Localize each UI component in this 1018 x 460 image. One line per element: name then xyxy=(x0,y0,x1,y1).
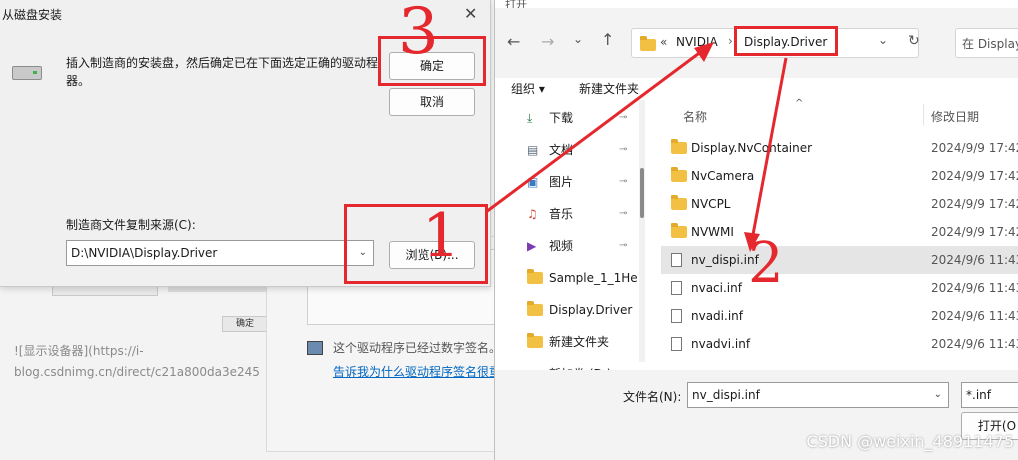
watermark: CSDN @weixin_48911475 xyxy=(806,432,1014,451)
arrow-head-2 xyxy=(744,232,760,252)
arrow-browse-to-folder xyxy=(485,46,707,214)
annotation-arrows xyxy=(485,42,788,252)
arrow-head-1 xyxy=(694,42,714,62)
arrow-folder-to-file xyxy=(750,57,788,241)
